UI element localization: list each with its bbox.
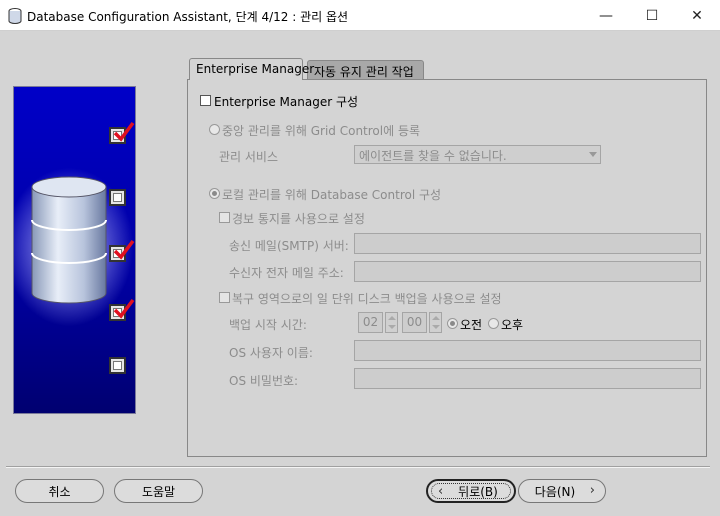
os-password-label: OS 비밀번호: bbox=[229, 374, 299, 388]
smtp-server-field[interactable] bbox=[354, 233, 701, 254]
backup-label: 복구 영역으로의 일 단위 디스크 백업을 사용으로 설정 bbox=[232, 292, 502, 306]
am-radio[interactable] bbox=[447, 318, 458, 329]
wizard-side-panel bbox=[13, 86, 136, 414]
title-bar: Database Configuration Assistant, 단계 4/1… bbox=[0, 0, 720, 31]
spin-down-icon bbox=[432, 325, 440, 329]
alerts-label: 경보 통지를 사용으로 설정 bbox=[232, 212, 365, 226]
hour-spinner[interactable] bbox=[385, 312, 398, 333]
close-button[interactable]: ✕ bbox=[674, 0, 720, 31]
chevron-left-icon: ‹ bbox=[438, 484, 444, 499]
smtp-label: 송신 메일(SMTP) 서버: bbox=[229, 239, 349, 253]
footer-separator bbox=[6, 466, 710, 468]
next-button-label: 다음(N) bbox=[534, 484, 576, 499]
pm-radio[interactable] bbox=[488, 318, 499, 329]
checkmark-icon bbox=[113, 239, 135, 260]
recipient-label: 수신자 전자 메일 주소: bbox=[229, 266, 344, 280]
spin-up-icon bbox=[432, 316, 440, 320]
pm-label: 오후 bbox=[501, 318, 524, 332]
chevron-down-icon bbox=[589, 152, 597, 157]
mgmt-service-label: 관리 서비스 bbox=[219, 150, 279, 164]
alerts-checkbox[interactable] bbox=[219, 212, 230, 223]
database-app-icon bbox=[8, 8, 22, 24]
backup-minute-field[interactable]: 00 bbox=[402, 312, 427, 333]
backup-checkbox[interactable] bbox=[219, 292, 230, 303]
db-control-label: 로컬 관리를 위해 Database Control 구성 bbox=[222, 188, 442, 202]
backup-hour-field[interactable]: 02 bbox=[358, 312, 383, 333]
checkmark-icon bbox=[113, 298, 135, 319]
checkmark-icon bbox=[113, 121, 135, 142]
mgmt-service-value: 에이전트를 찾을 수 없습니다. bbox=[359, 149, 507, 163]
help-button[interactable]: 도움말 bbox=[114, 479, 203, 503]
cancel-button[interactable]: 취소 bbox=[15, 479, 104, 503]
recipient-email-field[interactable] bbox=[354, 261, 701, 282]
window-title: Database Configuration Assistant, 단계 4/1… bbox=[27, 10, 349, 24]
step-indicator-1 bbox=[109, 121, 135, 144]
tab-auto-maintenance[interactable]: 자동 유지 관리 작업 bbox=[307, 60, 424, 80]
minimize-button[interactable]: — bbox=[583, 0, 629, 31]
next-button[interactable]: 다음(N) › bbox=[518, 479, 606, 503]
maximize-button[interactable]: ☐ bbox=[629, 0, 675, 31]
configure-em-label: Enterprise Manager 구성 bbox=[214, 95, 359, 109]
am-label: 오전 bbox=[460, 318, 483, 332]
step-indicator-3 bbox=[109, 239, 135, 262]
step-indicator-5 bbox=[109, 357, 126, 374]
back-button[interactable]: ‹ 뒤로(B) bbox=[426, 479, 516, 503]
os-user-label: OS 사용자 이름: bbox=[229, 346, 313, 360]
step-indicator-2 bbox=[109, 189, 126, 206]
os-user-field[interactable] bbox=[354, 340, 701, 361]
spin-down-icon bbox=[388, 325, 396, 329]
grid-control-label: 중앙 관리를 위해 Grid Control에 등록 bbox=[222, 124, 421, 138]
tab-enterprise-manager[interactable]: Enterprise Manager bbox=[189, 58, 314, 80]
grid-control-radio[interactable] bbox=[209, 124, 220, 135]
backup-time-label: 백업 시작 시간: bbox=[229, 318, 307, 332]
configure-em-checkbox[interactable] bbox=[200, 95, 211, 106]
step-indicator-4 bbox=[109, 298, 135, 321]
db-control-radio[interactable] bbox=[209, 188, 220, 199]
minute-spinner[interactable] bbox=[429, 312, 442, 333]
mgmt-service-select[interactable]: 에이전트를 찾을 수 없습니다. bbox=[354, 145, 601, 164]
chevron-right-icon: › bbox=[589, 483, 595, 498]
spin-up-icon bbox=[388, 316, 396, 320]
database-cylinder-icon bbox=[31, 176, 107, 304]
os-password-field[interactable] bbox=[354, 368, 701, 389]
